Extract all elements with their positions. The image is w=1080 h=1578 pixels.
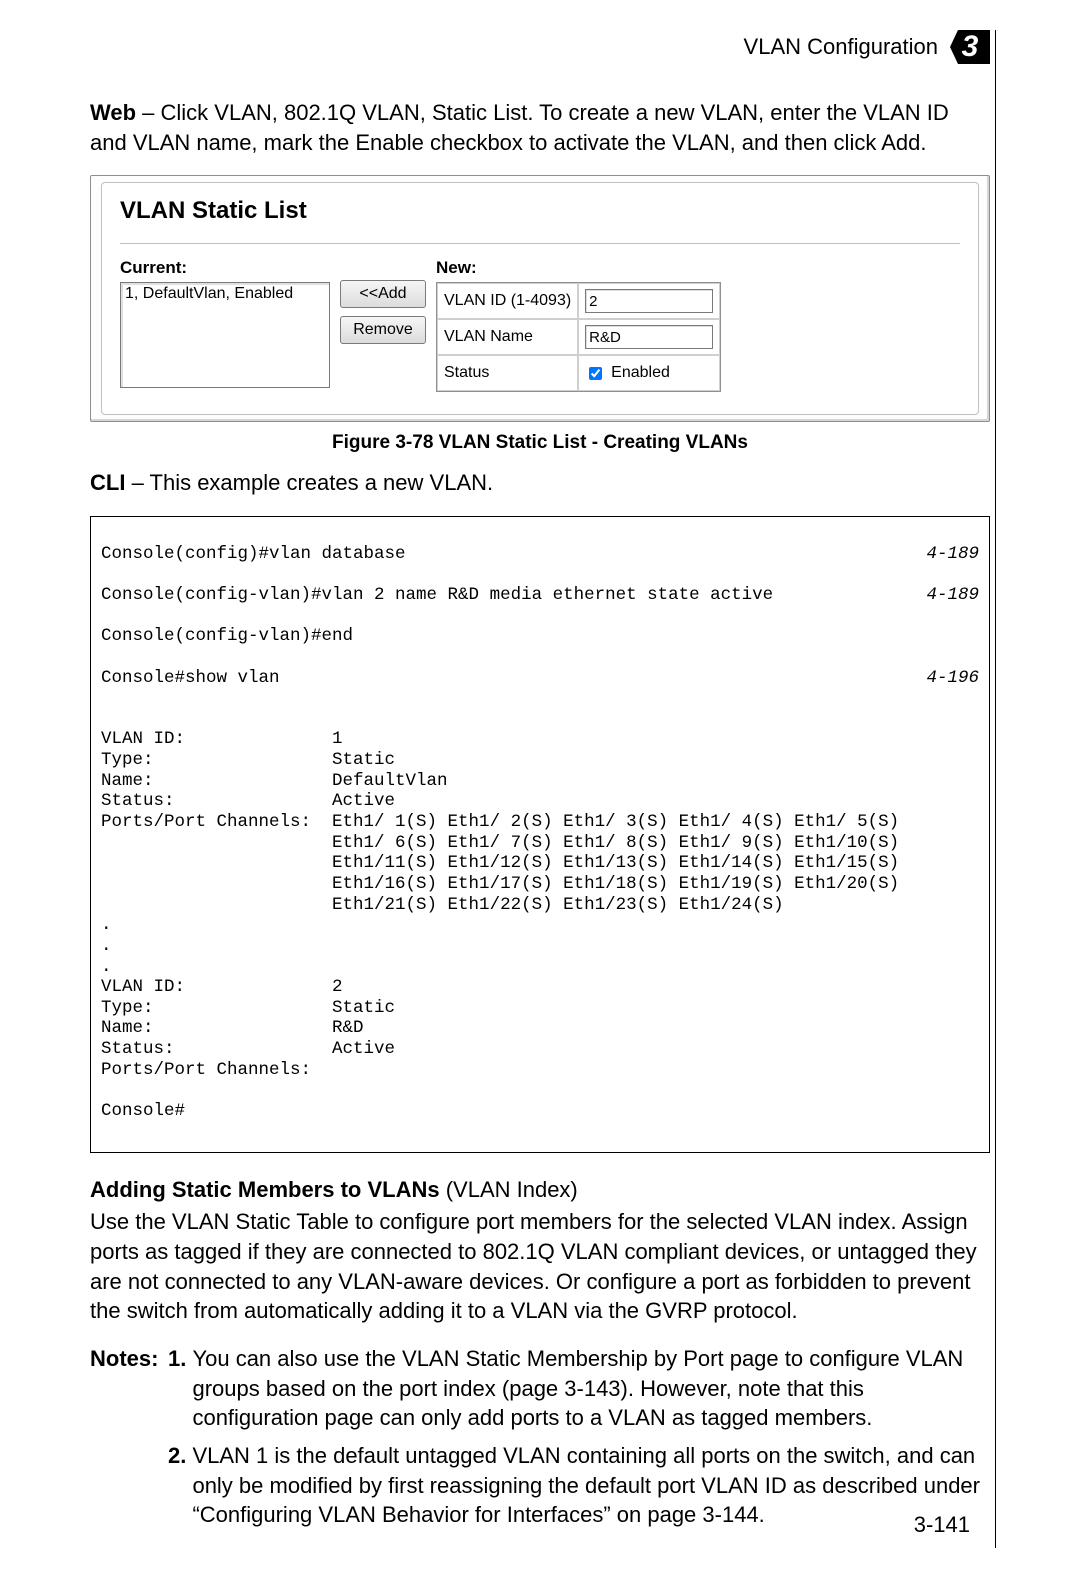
cli-line: Console(config-vlan)#vlan 2 name R&D med… bbox=[101, 585, 979, 606]
cli-line: Console(config)#vlan database4-189 bbox=[101, 544, 979, 565]
enabled-text: Enabled bbox=[611, 364, 670, 382]
new-vlan-grid: VLAN ID (1-4093) VLAN Name Status Enable… bbox=[436, 282, 721, 392]
notes-label: Notes: bbox=[90, 1344, 158, 1538]
add-button[interactable]: <<Add bbox=[340, 280, 426, 308]
cli-body: VLAN ID: 1 Type: Static Name: DefaultVla… bbox=[101, 729, 899, 1121]
figure-caption: Figure 3-78 VLAN Static List - Creating … bbox=[90, 432, 990, 454]
note-item: VLAN 1 is the default untagged VLAN cont… bbox=[192, 1441, 990, 1530]
button-column: <<Add Remove bbox=[340, 280, 426, 344]
notes-list: You can also use the VLAN Static Members… bbox=[166, 1344, 990, 1538]
status-label: Status bbox=[437, 355, 578, 391]
page-header: VLAN Configuration 3 bbox=[90, 30, 990, 64]
page-number: 3-141 bbox=[914, 1512, 970, 1538]
section-heading-bold: Adding Static Members to VLANs bbox=[90, 1177, 440, 1202]
cli-text: – This example creates a new VLAN. bbox=[125, 470, 493, 495]
notes-block: Notes: You can also use the VLAN Static … bbox=[90, 1344, 990, 1538]
current-label: Current: bbox=[120, 258, 330, 278]
vlan-id-input[interactable] bbox=[585, 289, 713, 313]
current-column: Current: 1, DefaultVlan, Enabled bbox=[120, 258, 330, 388]
header-title: VLAN Configuration bbox=[744, 34, 938, 60]
intro-lead: Web bbox=[90, 100, 136, 125]
section-heading: Adding Static Members to VLANs (VLAN Ind… bbox=[90, 1177, 990, 1203]
new-label: New: bbox=[436, 258, 721, 278]
panel-title: VLAN Static List bbox=[120, 197, 960, 225]
section-paragraph: Use the VLAN Static Table to configure p… bbox=[90, 1207, 990, 1326]
right-margin-line bbox=[995, 30, 996, 1548]
section-heading-rest: (VLAN Index) bbox=[440, 1177, 578, 1202]
note-item: You can also use the VLAN Static Members… bbox=[192, 1344, 990, 1433]
vlan-name-input[interactable] bbox=[585, 325, 713, 349]
vlan-id-label: VLAN ID (1-4093) bbox=[437, 283, 578, 319]
vlan-static-list-panel: VLAN Static List Current: 1, DefaultVlan… bbox=[90, 175, 990, 422]
enabled-checkbox[interactable] bbox=[589, 367, 602, 380]
intro-text: – Click VLAN, 802.1Q VLAN, Static List. … bbox=[90, 100, 949, 155]
new-column: New: VLAN ID (1-4093) VLAN Name Status E… bbox=[436, 258, 721, 392]
divider bbox=[120, 243, 960, 244]
remove-button[interactable]: Remove bbox=[340, 316, 426, 344]
vlan-name-label: VLAN Name bbox=[437, 319, 578, 355]
cli-line: Console#show vlan4-196 bbox=[101, 668, 979, 689]
chapter-badge: 3 bbox=[950, 30, 990, 64]
cli-lead: CLI bbox=[90, 470, 125, 495]
enabled-checkbox-label[interactable]: Enabled bbox=[585, 364, 670, 383]
cli-intro: CLI – This example creates a new VLAN. bbox=[90, 468, 990, 498]
current-listbox[interactable]: 1, DefaultVlan, Enabled bbox=[120, 282, 330, 388]
cli-output-box: Console(config)#vlan database4-189 Conso… bbox=[90, 516, 990, 1153]
cli-line: Console(config-vlan)#end bbox=[101, 626, 979, 647]
list-item[interactable]: 1, DefaultVlan, Enabled bbox=[125, 285, 325, 303]
intro-paragraph: Web – Click VLAN, 802.1Q VLAN, Static Li… bbox=[90, 98, 990, 157]
